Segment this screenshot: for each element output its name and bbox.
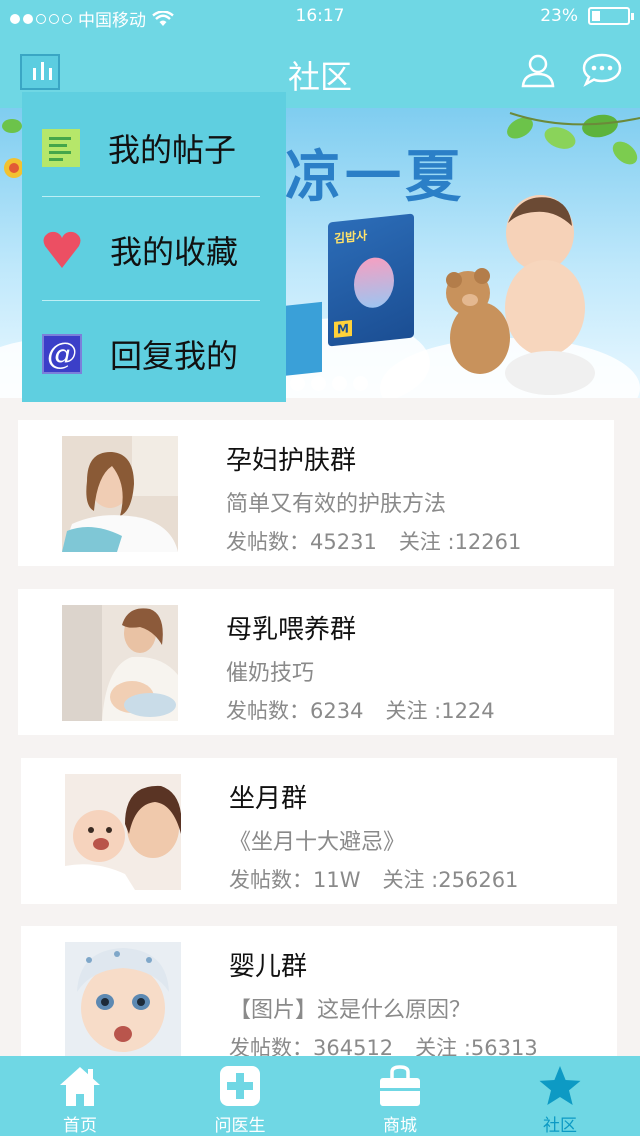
tab-label: 商城 xyxy=(383,1116,417,1136)
tab-home[interactable]: 首页 xyxy=(0,1056,160,1136)
group-card-breastfeeding[interactable]: 母乳喂养群 催奶技巧 发帖数：6234 关注 :1224 xyxy=(18,589,614,735)
pager-dot[interactable] xyxy=(332,376,347,391)
group-avatar xyxy=(65,942,181,1058)
group-description: 【图片】这是什么原因？ xyxy=(229,998,472,1023)
group-card-skincare[interactable]: 孕妇护肤群 简单又有效的护肤方法 发帖数：45231 关注 :12261 xyxy=(18,420,614,566)
menu-item-favorites[interactable]: 我的收藏 xyxy=(42,198,260,302)
chat-icon[interactable] xyxy=(582,52,622,88)
diaper-pack-small xyxy=(282,301,322,377)
tab-label: 首页 xyxy=(63,1116,97,1136)
menu-item-replies[interactable]: @ 回复我的 xyxy=(42,302,260,406)
group-avatar xyxy=(62,436,178,552)
post-count: 发帖数：11W xyxy=(229,868,361,892)
group-name: 婴儿群 xyxy=(229,952,308,982)
star-icon xyxy=(539,1066,581,1105)
menu-item-label: 我的收藏 xyxy=(110,233,239,271)
divider xyxy=(42,300,260,301)
group-card-baby[interactable]: 婴儿群 【图片】这是什么原因？ 发帖数：364512 关注 :56313 xyxy=(21,926,617,1072)
group-description: 催奶技巧 xyxy=(226,661,315,686)
menu-item-label: 我的帖子 xyxy=(108,131,237,169)
group-description: 简单又有效的护肤方法 xyxy=(226,492,447,517)
tab-label: 问医生 xyxy=(214,1116,266,1136)
tab-bar: 首页 问医生 商城 社区 xyxy=(0,1056,640,1136)
shopping-bag-icon xyxy=(380,1065,420,1106)
menu-item-label: 回复我的 xyxy=(110,337,239,375)
medical-cross-icon xyxy=(220,1066,260,1106)
pager-dot[interactable] xyxy=(311,376,326,391)
banner-headline: 凉一夏 xyxy=(285,144,465,210)
group-card-postpartum[interactable]: 坐月群 《坐月十大避忌》 发帖数：11W 关注 :256261 xyxy=(21,758,617,904)
home-icon xyxy=(60,1067,100,1106)
follow-count: 关注 :12261 xyxy=(398,530,522,554)
divider xyxy=(42,196,260,197)
menu-item-my-posts[interactable]: 我的帖子 xyxy=(42,96,260,200)
tab-label: 社区 xyxy=(543,1116,577,1136)
pack-label: 김밥사 xyxy=(334,228,368,246)
group-stats: 发帖数：11W 关注 :256261 xyxy=(229,864,518,894)
post-count: 发帖数：45231 xyxy=(226,530,377,554)
tab-community[interactable]: 社区 xyxy=(480,1056,640,1136)
group-stats: 发帖数：45231 关注 :12261 xyxy=(226,526,521,556)
tab-shop[interactable]: 商城 xyxy=(320,1056,480,1136)
at-icon: @ xyxy=(42,334,82,374)
group-name: 母乳喂养群 xyxy=(226,615,357,645)
battery-icon xyxy=(588,7,634,25)
group-name: 孕妇护肤群 xyxy=(226,446,357,476)
follow-count: 关注 :1224 xyxy=(385,699,495,723)
tab-ask-doctor[interactable]: 问医生 xyxy=(160,1056,320,1136)
user-icon[interactable] xyxy=(520,52,556,88)
group-avatar xyxy=(62,605,178,721)
document-icon xyxy=(42,129,80,167)
group-stats: 发帖数：6234 关注 :1224 xyxy=(226,695,495,725)
group-avatar xyxy=(65,774,181,890)
group-description: 《坐月十大避忌》 xyxy=(229,830,406,855)
pager-dot[interactable] xyxy=(290,376,305,391)
banner-pager[interactable] xyxy=(290,376,368,391)
pack-size: M xyxy=(334,320,352,338)
status-right: 23% xyxy=(540,6,634,26)
status-bar: 中国移动 16:17 23% xyxy=(0,0,640,36)
follow-count: 关注 :256261 xyxy=(382,868,519,892)
diaper-pack-image: 김밥사 M xyxy=(328,213,414,347)
baby-image xyxy=(446,195,595,395)
pager-dot[interactable] xyxy=(353,376,368,391)
group-name: 坐月群 xyxy=(229,784,308,814)
battery-percent: 23% xyxy=(540,6,578,26)
post-count: 发帖数：6234 xyxy=(226,699,364,723)
dropdown-menu: 我的帖子 我的收藏 @ 回复我的 xyxy=(22,92,286,402)
leaf-icon xyxy=(507,112,640,165)
heart-icon xyxy=(43,231,81,268)
